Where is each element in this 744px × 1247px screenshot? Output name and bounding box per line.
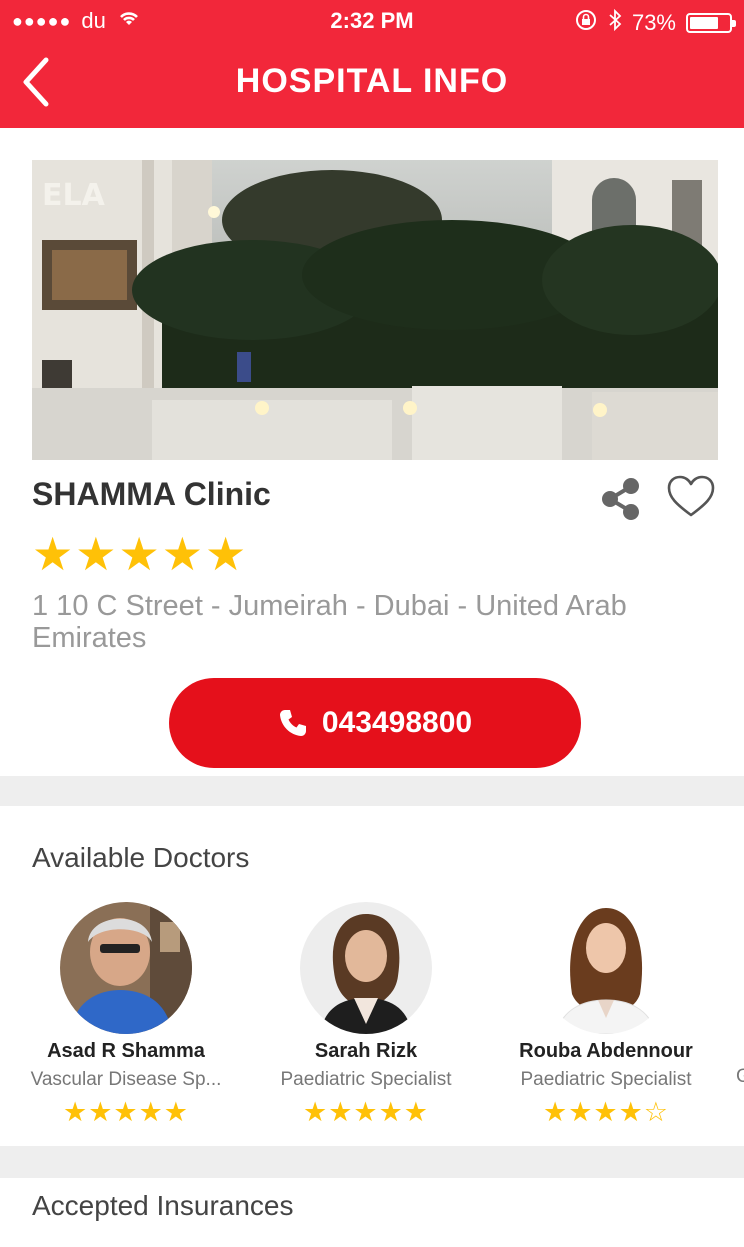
share-button[interactable] [598, 476, 644, 522]
doctor-rating-stars: ★★★★★ [62, 1097, 190, 1127]
top-bar: ●●●●● du 2:32 PM 73% HOSPITAL INFO [0, 0, 744, 128]
rotation-lock-icon [574, 8, 598, 38]
battery-level [690, 17, 718, 29]
avatar [540, 902, 672, 1034]
section-divider [0, 776, 744, 806]
doctor-specialty: Paediatric Specialist [520, 1069, 692, 1090]
available-doctors-heading: Available Doctors [32, 842, 250, 873]
battery-icon [686, 13, 736, 33]
navigation-bar: HOSPITAL INFO [0, 42, 744, 128]
call-button-number: 043498800 [321, 706, 473, 739]
share-icon [602, 478, 639, 520]
doctor-specialty: Paediatric Specialist [280, 1069, 452, 1090]
doctor-name: Asad R Shamma [47, 1040, 205, 1062]
doctor-name: Rouba Abdennour [519, 1040, 693, 1062]
avatar [60, 902, 192, 1034]
phone-icon [279, 710, 306, 736]
section-divider [0, 1146, 744, 1178]
doctor-rating-stars: ★★★★★ [302, 1097, 430, 1127]
doctor-card[interactable]: Rouba Abdennour Paediatric Specialist ★★… [486, 900, 726, 1128]
doctor-card[interactable]: Asad R Shamma Vascular Disease Sp... ★★★… [6, 900, 246, 1128]
favorite-button[interactable] [666, 474, 716, 520]
svg-text:ELA: ELA [42, 178, 106, 213]
accepted-insurances-heading: Accepted Insurances [32, 1190, 294, 1221]
doctor-rating-stars: ★★★★☆ [542, 1097, 670, 1127]
page-title: HOSPITAL INFO [235, 62, 509, 100]
status-bar: ●●●●● du 2:32 PM 73% [0, 0, 744, 42]
doctors-carousel[interactable]: Asad R Shamma Vascular Disease Sp... ★★★… [0, 900, 744, 1136]
avatar [300, 902, 432, 1034]
clinic-name: SHAMMA Clinic [32, 476, 271, 512]
heart-icon [667, 475, 715, 517]
battery-percent: 73% [631, 10, 676, 35]
call-button[interactable]: 043498800 [169, 678, 581, 768]
doctor-card[interactable]: Sarah Rizk Paediatric Specialist ★★★★★ [246, 900, 486, 1128]
clinic-address: 1 10 C Street - Jumeirah - Dubai - Unite… [32, 590, 627, 654]
next-doctor-specialty-partial: G [736, 1066, 744, 1087]
bluetooth-icon [608, 8, 622, 38]
clinic-rating-stars: ★★★★★ [32, 528, 249, 580]
doctor-specialty: Vascular Disease Sp... [30, 1069, 222, 1090]
clinic-photo: ELA [32, 160, 718, 460]
doctor-name: Sarah Rizk [314, 1040, 418, 1062]
